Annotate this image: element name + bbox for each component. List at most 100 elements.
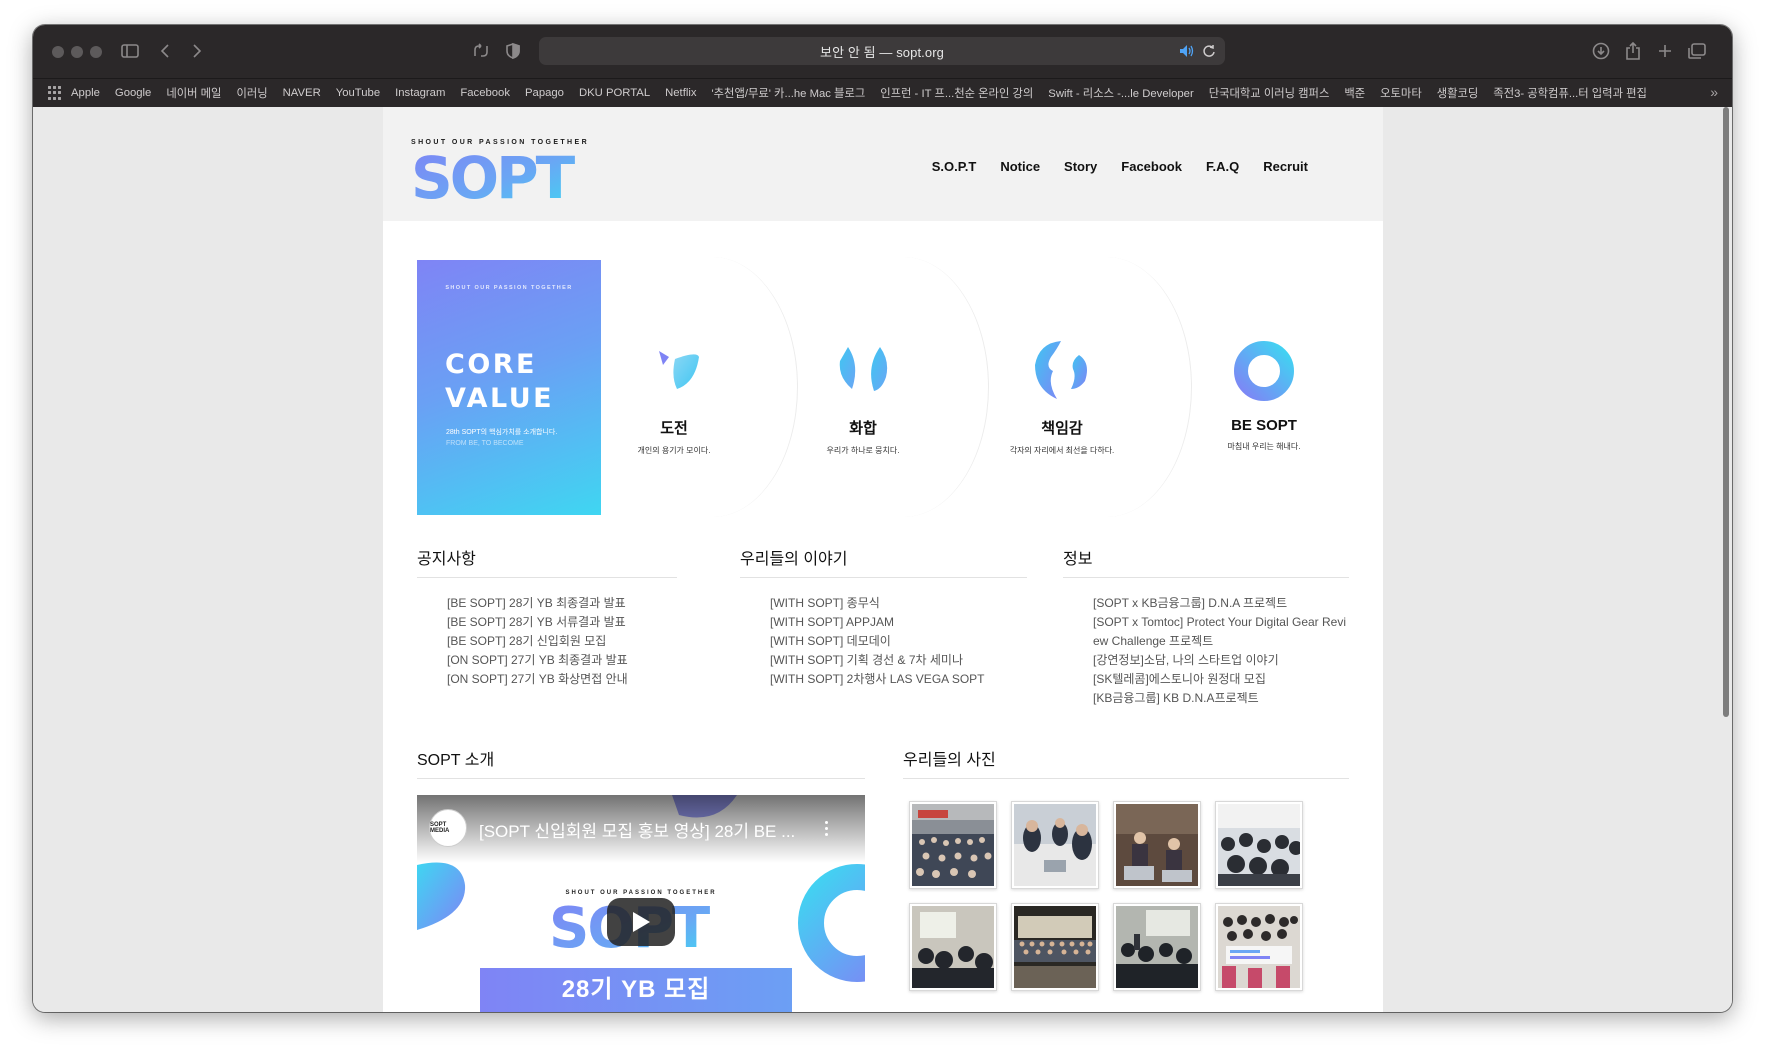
downloads-icon[interactable] [1587,39,1615,63]
nav-sopt[interactable]: S.O.P.T [932,159,977,174]
bookmark-item[interactable]: YouTube [336,87,380,99]
list-item[interactable]: [ON SOPT] 27기 YB 최종결과 발표 [447,651,628,670]
list-item[interactable]: [KB금융그룹] KB D.N.A프로젝트 [1093,689,1346,708]
harmony-icon [839,347,888,391]
photo-thumbnail[interactable] [1113,903,1201,991]
reload-icon[interactable] [1202,44,1216,58]
list-item[interactable]: [SOPT x KB금융그룹] D.N.A 프로젝트 [1093,594,1346,613]
photo-thumbnail[interactable] [909,903,997,991]
bookmark-item[interactable]: 오토마타 [1380,85,1422,101]
nav-notice[interactable]: Notice [1000,159,1040,174]
photo-thumbnail[interactable] [1113,801,1201,889]
value-challenge: 도전 개인의 용기가 모이다. [589,337,759,456]
close-window-button[interactable] [52,46,64,58]
list-item[interactable]: [WITH SOPT] 2차행사 LAS VEGA SOPT [770,670,985,689]
responsibility-icon [1035,341,1087,399]
forward-icon[interactable] [183,39,211,63]
bookmark-item[interactable]: Apple [71,87,100,99]
tab-overview-icon[interactable] [1683,39,1711,63]
bookmark-item[interactable]: Facebook [460,87,510,99]
list-item[interactable]: [SK텔레콤]에스토니아 원정대 모집 [1093,670,1346,689]
sopt-page: SHOUT OUR PASSION TOGETHER SOPT S.O.P.T … [383,107,1383,1012]
list-item[interactable]: [SOPT x Tomtoc] Protect Your Digital Gea… [1093,613,1346,632]
sopt-logo[interactable]: SHOUT OUR PASSION TOGETHER SOPT [411,139,593,205]
photo-lecture-room [1116,906,1198,988]
vertical-scrollbar[interactable] [1723,107,1729,717]
web-viewport: SHOUT OUR PASSION TOGETHER SOPT S.O.P.T … [33,107,1732,1012]
value-desc: 개인의 용기가 모이다. [637,446,711,455]
minimize-window-button[interactable] [71,46,83,58]
bookmark-item[interactable]: 백준 [1344,85,1365,101]
value-title: BE SOPT [1231,417,1297,434]
privacy-shield-icon[interactable] [499,39,527,63]
bookmark-item[interactable]: Instagram [395,87,445,99]
nav-facebook[interactable]: Facebook [1121,159,1182,174]
list-item[interactable]: [WITH SOPT] 데모데이 [770,632,985,651]
list-item[interactable]: [BE SOPT] 28기 YB 최종결과 발표 [447,594,628,613]
photo-thumbnail[interactable] [1011,801,1099,889]
video-tagline: SHOUT OUR PASSION TOGETHER [565,890,717,896]
play-button[interactable] [607,898,675,946]
bookmark-item[interactable]: 족전3- 공학컴퓨...터 입력과 편집 [1493,85,1647,101]
back-icon[interactable] [151,39,179,63]
extension-icon[interactable] [467,39,495,63]
nav-recruit[interactable]: Recruit [1263,159,1308,174]
intro-video-player[interactable]: SOPT MEDIA [SOPT 신입회원 모집 홍보 영상] 28기 BE .… [417,795,865,1012]
address-bar[interactable]: 보안 안 됨 — sopt.org [539,37,1225,65]
bookmark-item[interactable]: Google [115,87,151,99]
new-tab-icon[interactable] [1651,39,1679,63]
bookmark-item[interactable]: '추천앱/무료' 카...he Mac 블로그 [712,85,866,101]
nav-story[interactable]: Story [1064,159,1097,174]
scrollbar-thumb[interactable] [1723,107,1729,717]
list-item[interactable]: ew Challenge 프로젝트 [1093,632,1346,651]
photo-seminar-crowd [1218,804,1303,886]
list-item[interactable]: [WITH SOPT] 종무식 [770,594,985,613]
list-item[interactable]: [WITH SOPT] APPJAM [770,613,985,632]
photo-thumbnail[interactable] [1215,903,1303,991]
channel-avatar[interactable]: SOPT MEDIA [429,809,467,847]
core-title: CORE VALUE [445,348,554,416]
value-title: 도전 [660,420,688,437]
bookmark-item[interactable]: 네이버 메일 [166,85,221,101]
list-item[interactable]: [BE SOPT] 28기 YB 서류결과 발표 [447,613,628,632]
core-value-card: SHOUT OUR PASSION TOGETHER CORE VALUE 28… [417,260,601,515]
info-section-title[interactable]: 정보 [1063,545,1349,578]
bookmark-item[interactable]: Swift - 리소스 -...le Developer [1048,85,1193,101]
bookmark-item[interactable]: 단국대학교 이러닝 캠퍼스 [1209,85,1330,101]
bookmark-item[interactable]: DKU PORTAL [579,87,650,99]
sidebar-toggle-icon[interactable] [116,39,144,63]
photo-thumbnail[interactable] [1011,903,1099,991]
photos-section-title[interactable]: 우리들의 사진 [903,746,1349,779]
bookmarks-bar: Apple Google 네이버 메일 이러닝 NAVER YouTube In… [33,78,1732,108]
bookmark-item[interactable]: 생활코딩 [1437,85,1479,101]
apps-grid-icon[interactable] [48,86,62,100]
kebab-menu-icon[interactable] [825,821,829,839]
zoom-window-button[interactable] [90,46,102,58]
list-item[interactable]: [WITH SOPT] 기획 경선 & 7차 세미나 [770,651,985,670]
photo-team-banner [1218,906,1300,988]
list-item[interactable]: [BE SOPT] 28기 신입회원 모집 [447,632,628,651]
notice-section-title[interactable]: 공지사항 [417,545,677,578]
bookmark-item[interactable]: Papago [525,87,564,99]
story-list: [WITH SOPT] 종무식 [WITH SOPT] APPJAM [WITH… [770,594,985,689]
value-be-sopt: BE SOPT 마침내 우리는 해내다. [1179,337,1349,452]
nav-faq[interactable]: F.A.Q [1206,159,1239,174]
site-header: SHOUT OUR PASSION TOGETHER SOPT S.O.P.T … [383,107,1383,221]
intro-section-title: SOPT 소개 [417,746,865,779]
bookmark-item[interactable]: 인프런 - IT 프...천순 온라인 강의 [880,85,1033,101]
story-section-title[interactable]: 우리들의 이야기 [740,545,1027,578]
speaker-icon[interactable] [1179,44,1195,58]
url-text: 보안 안 됨 — sopt.org [820,44,944,60]
bookmark-item[interactable]: NAVER [283,87,321,99]
list-item[interactable]: [ON SOPT] 27기 YB 화상면접 안내 [447,670,628,689]
channel-badge-text: SOPT MEDIA [430,822,450,834]
bookmark-item[interactable]: Netflix [665,87,696,99]
photo-thumbnail[interactable] [1215,801,1303,889]
photo-thumbnail[interactable] [909,801,997,889]
list-item[interactable]: [강연정보]소담, 나의 스타트업 이야기 [1093,651,1346,670]
share-icon[interactable] [1619,39,1647,63]
more-bookmarks-icon[interactable]: » [1710,84,1718,100]
video-title[interactable]: [SOPT 신입회원 모집 홍보 영상] 28기 BE ... [479,817,795,842]
bookmark-item[interactable]: 이러닝 [236,85,267,101]
logo-text: SOPT [411,148,576,204]
